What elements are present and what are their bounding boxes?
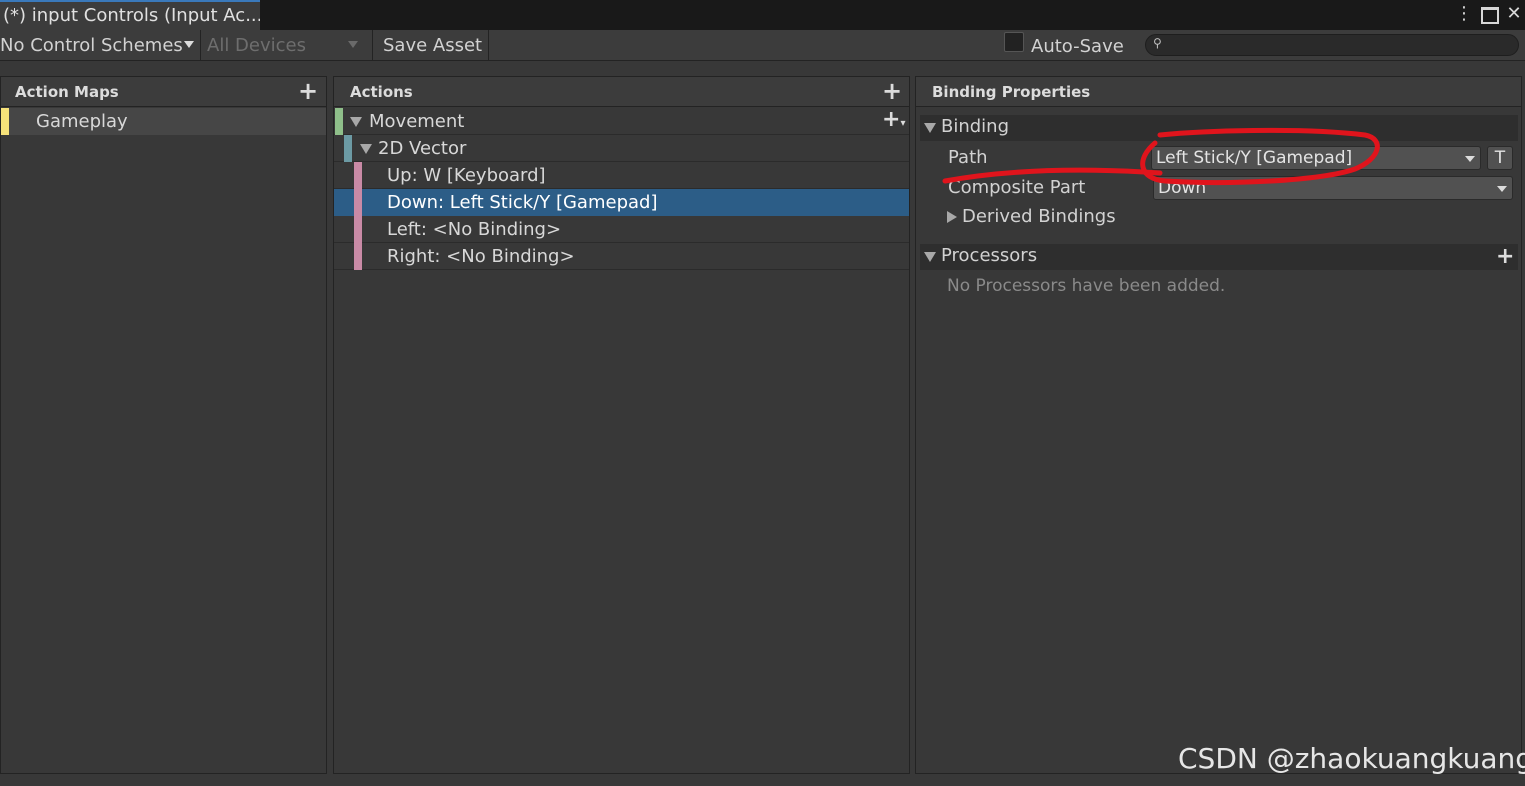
part-color-marker <box>354 243 362 270</box>
save-asset-label: Save Asset <box>383 35 483 56</box>
save-asset-button[interactable]: Save Asset <box>383 34 482 58</box>
binding-label: Right: <No Binding> <box>387 246 575 267</box>
binding-label: Left: <No Binding> <box>387 219 562 240</box>
toolbar-divider <box>488 30 489 61</box>
binding-row-left[interactable]: Left: <No Binding> <box>334 216 909 243</box>
chevron-down-icon <box>1497 186 1507 192</box>
expand-triangle-icon[interactable] <box>947 211 957 223</box>
maximize-icon[interactable] <box>1478 2 1502 26</box>
chevron-down-icon <box>1465 156 1475 162</box>
binding-properties-title: Binding Properties <box>932 83 1091 101</box>
action-label: Movement <box>369 111 465 132</box>
add-action-map-icon[interactable]: + <box>298 79 318 103</box>
action-color-marker <box>335 108 343 135</box>
chevron-down-icon <box>184 41 194 48</box>
collapse-triangle-icon <box>924 123 936 133</box>
expand-triangle-icon[interactable] <box>360 144 372 154</box>
search-input[interactable]: ⚲ <box>1145 34 1519 56</box>
window-tab-title: (*) input Controls (Input Ac... <box>3 5 260 26</box>
actions-panel: Actions + Movement +▾ 2D Vector Up: W [K… <box>333 76 910 774</box>
action-map-item-gameplay[interactable]: Gameplay <box>1 108 326 135</box>
binding-row-2d-vector[interactable]: 2D Vector <box>334 135 909 162</box>
action-maps-title: Action Maps <box>15 83 119 101</box>
expand-triangle-icon[interactable] <box>350 117 362 127</box>
add-action-icon[interactable]: + <box>882 79 902 103</box>
toolbar-divider <box>200 30 201 61</box>
binding-label: 2D Vector <box>378 138 467 159</box>
actions-header: Actions + <box>334 77 909 107</box>
derived-bindings-foldout[interactable]: Derived Bindings <box>962 206 1116 227</box>
search-icon: ⚲ <box>1153 36 1162 50</box>
actions-title: Actions <box>350 83 413 101</box>
control-schemes-label: No Control Schemes <box>0 35 183 56</box>
binding-label: Up: W [Keyboard] <box>387 165 546 186</box>
binding-properties-header: Binding Properties <box>916 77 1521 107</box>
control-schemes-dropdown[interactable]: No Control Schemes <box>0 34 183 58</box>
auto-save-label: Auto-Save <box>1031 36 1124 57</box>
processors-empty-message: No Processors have been added. <box>947 276 1226 296</box>
toolbar-divider <box>372 30 373 61</box>
binding-row-up[interactable]: Up: W [Keyboard] <box>334 162 909 189</box>
devices-label: All Devices <box>207 35 306 56</box>
action-maps-panel: Action Maps + Gameplay <box>0 76 327 774</box>
collapse-triangle-icon <box>924 252 936 262</box>
action-map-label: Gameplay <box>36 111 128 132</box>
part-color-marker <box>354 216 362 243</box>
chevron-down-icon <box>348 41 358 48</box>
add-binding-icon[interactable]: +▾ <box>882 108 905 136</box>
binding-row-down[interactable]: Down: Left Stick/Y [Gamepad] <box>334 189 909 216</box>
part-color-marker <box>354 189 362 216</box>
window-tab[interactable]: (*) input Controls (Input Ac... <box>0 0 260 30</box>
auto-save-checkbox[interactable] <box>1004 32 1024 52</box>
kebab-menu-icon[interactable]: ⋮ <box>1452 2 1476 26</box>
binding-row-right[interactable]: Right: <No Binding> <box>334 243 909 270</box>
close-icon[interactable]: ✕ <box>1502 2 1525 26</box>
action-row-movement[interactable]: Movement +▾ <box>334 108 909 135</box>
annotation-circle <box>942 127 1380 185</box>
composite-color-marker <box>344 135 352 162</box>
watermark-text: CSDN @zhaokuangkuang_ <box>1178 742 1525 775</box>
part-color-marker <box>354 162 362 189</box>
binding-label: Down: Left Stick/Y [Gamepad] <box>387 192 658 213</box>
add-processor-icon[interactable]: + <box>1496 245 1514 269</box>
processors-section-title: Processors <box>941 245 1038 266</box>
action-map-color-marker <box>1 108 9 135</box>
processors-section-header[interactable]: Processors + <box>920 244 1518 270</box>
text-mode-label: T <box>1494 148 1506 168</box>
devices-dropdown[interactable]: All Devices <box>207 34 306 58</box>
action-maps-header: Action Maps + <box>1 77 326 107</box>
text-mode-button[interactable]: T <box>1487 146 1513 170</box>
